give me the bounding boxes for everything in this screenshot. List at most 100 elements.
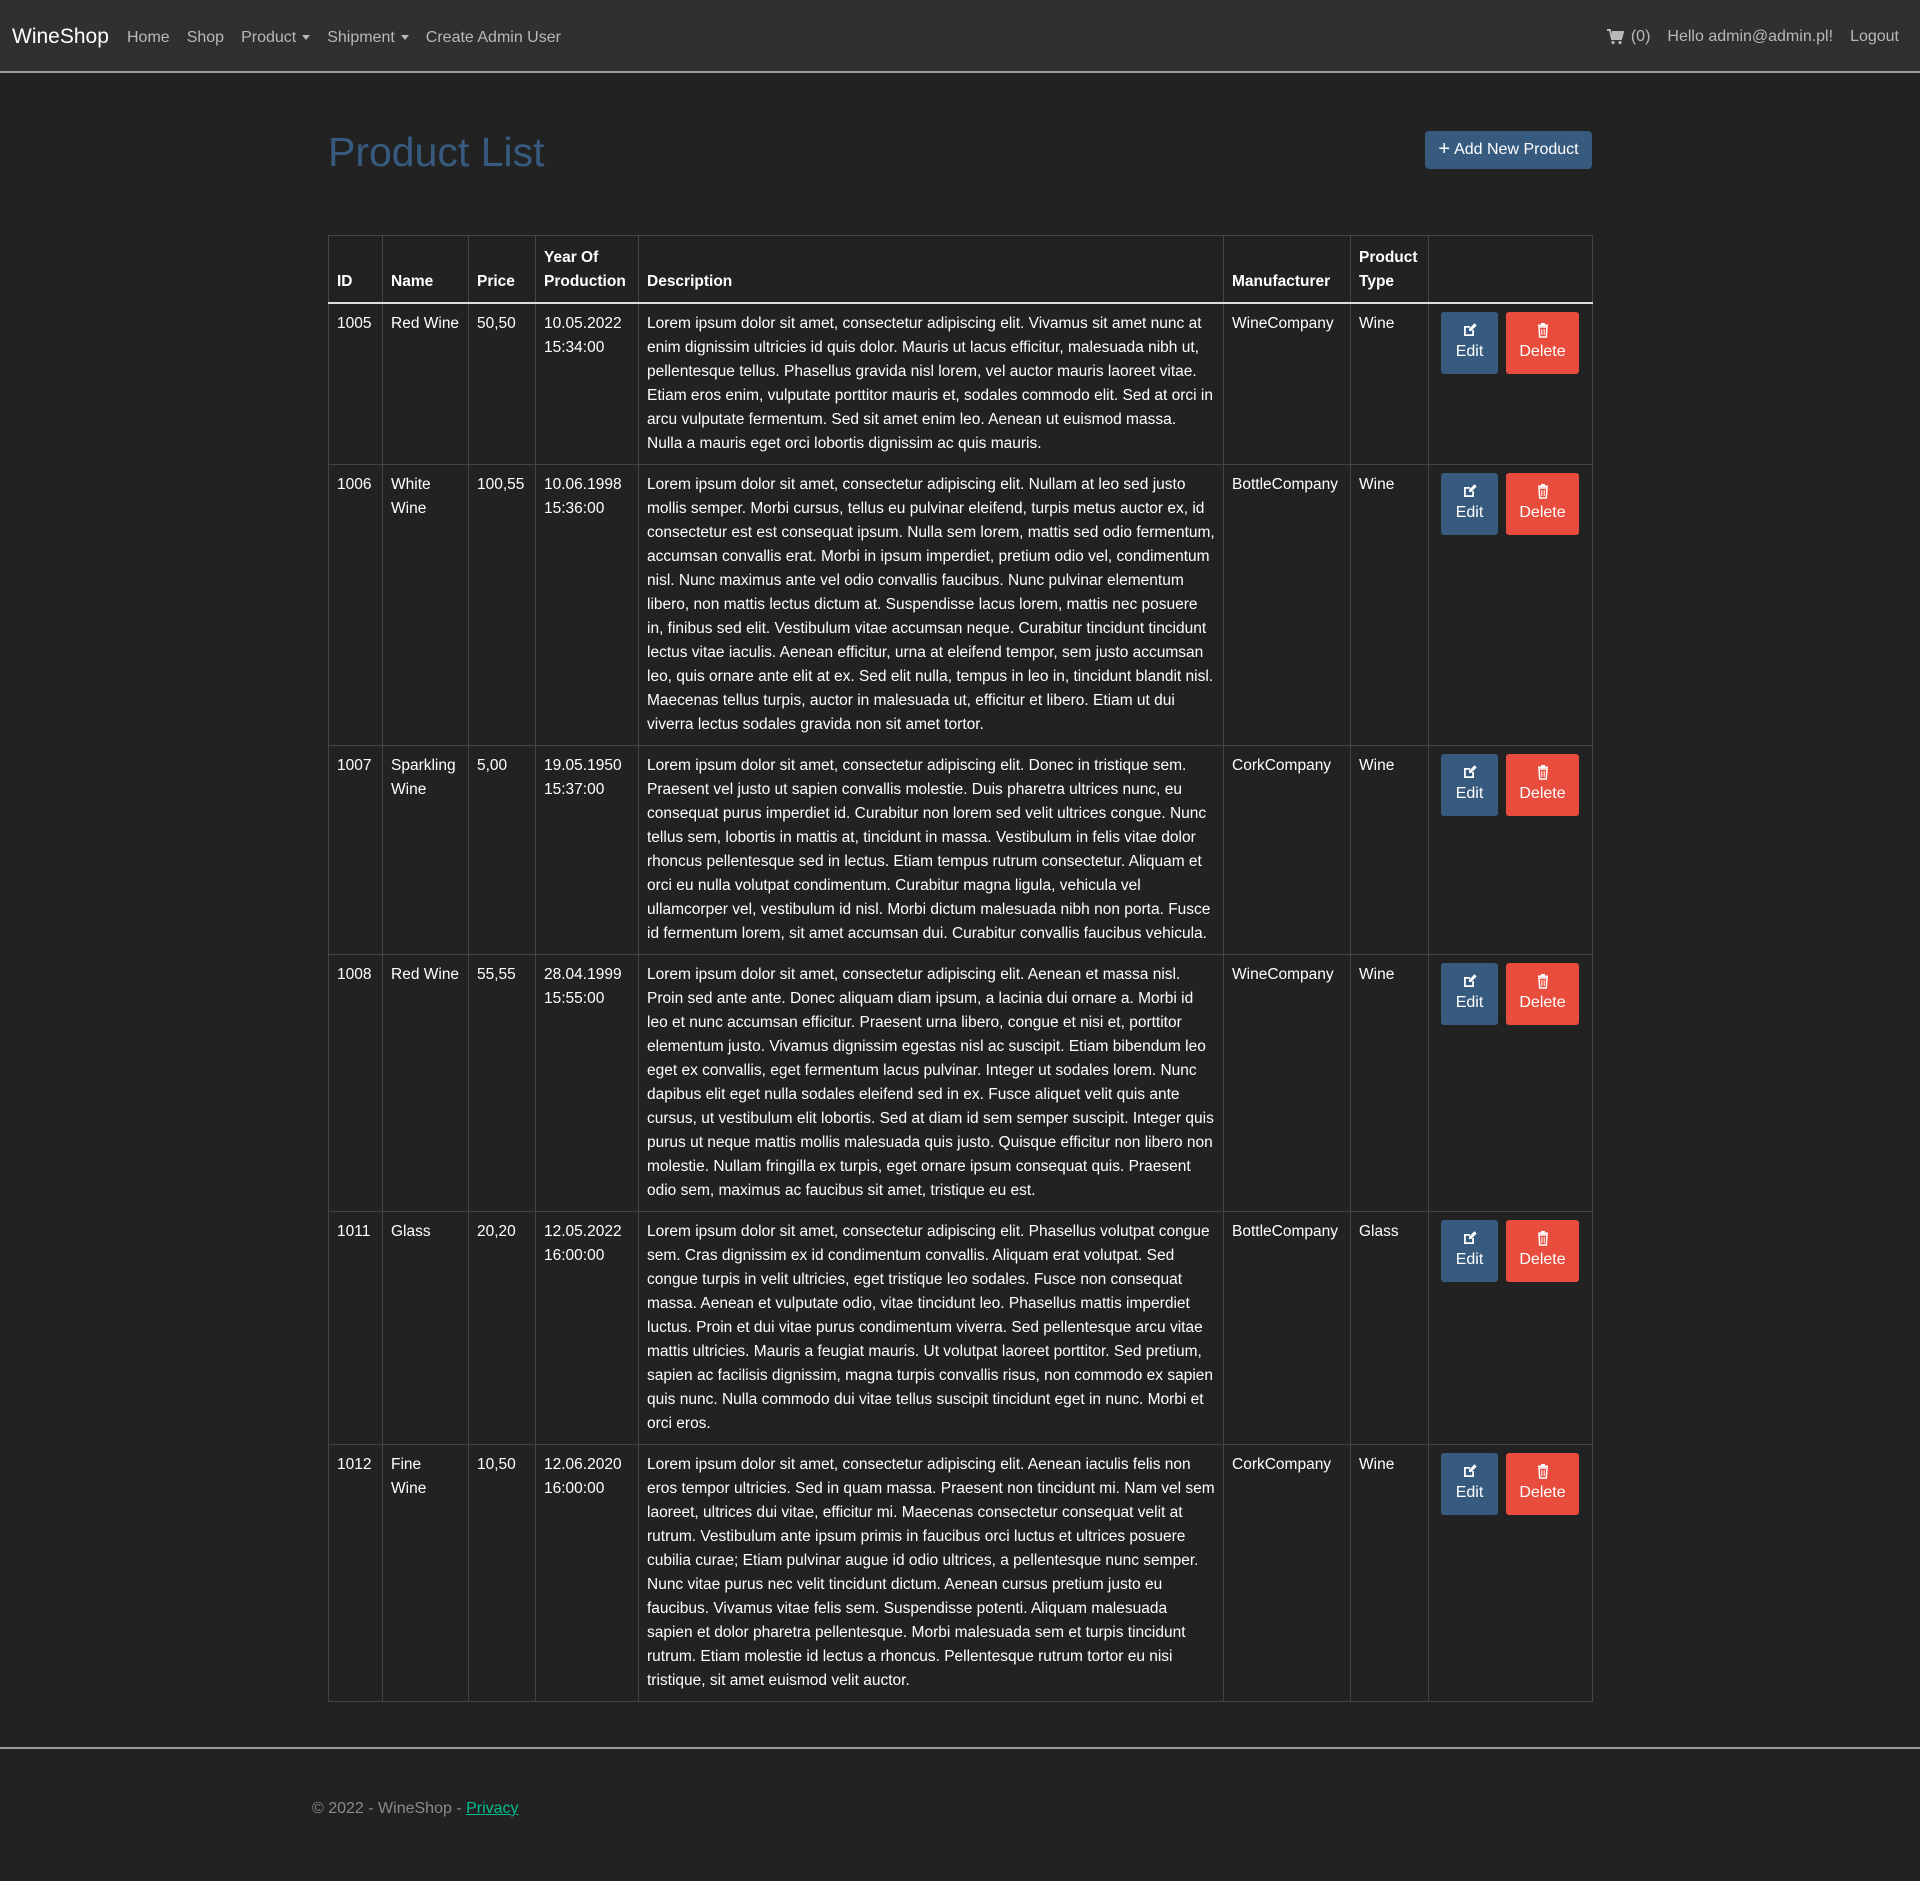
- cell-id: 1008: [328, 954, 383, 1212]
- cell-type: Wine: [1350, 303, 1429, 465]
- cell-name: Glass: [382, 1211, 469, 1445]
- delete-button[interactable]: Delete: [1506, 1220, 1579, 1282]
- row-actions: Edit Delete: [1437, 963, 1584, 1025]
- cell-year: 12.06.2020 16:00:00: [535, 1444, 639, 1702]
- add-new-product-button[interactable]: + Add New Product: [1425, 131, 1592, 169]
- cell-year: 28.04.1999 15:55:00: [535, 954, 639, 1212]
- cart-count: (0): [1630, 28, 1651, 45]
- delete-label: Delete: [1519, 1484, 1566, 1501]
- edit-button[interactable]: Edit: [1441, 1220, 1498, 1282]
- cell-actions: Edit Delete: [1428, 954, 1593, 1212]
- header-manufacturer: Manufacturer: [1223, 235, 1351, 304]
- header-actions: [1428, 235, 1593, 304]
- cell-actions: Edit Delete: [1428, 464, 1593, 746]
- delete-button[interactable]: Delete: [1506, 312, 1579, 374]
- nav-product-label: Product: [241, 29, 297, 46]
- edit-button[interactable]: Edit: [1441, 754, 1498, 816]
- table-row: 1008 Red Wine 55,55 28.04.1999 15:55:00 Lorem…: [328, 954, 1593, 1212]
- cell-type: Wine: [1350, 745, 1429, 955]
- cell-manufacturer: BottleCompany: [1223, 1211, 1351, 1445]
- trash-icon: [1537, 1464, 1548, 1479]
- nav-home[interactable]: Home: [127, 29, 170, 47]
- cell-date: 12.05.2022: [544, 1223, 622, 1240]
- cell-id: 1007: [328, 745, 383, 955]
- cart-link[interactable]: (0): [1606, 28, 1651, 46]
- delete-button[interactable]: Delete: [1506, 754, 1579, 816]
- edit-button[interactable]: Edit: [1441, 963, 1498, 1025]
- table-header-row: ID Name Price Year Of Production Descrip…: [328, 235, 1593, 304]
- trash-icon: [1537, 484, 1548, 499]
- edit-label: Edit: [1455, 1484, 1484, 1501]
- header-year: Year Of Production: [535, 235, 639, 304]
- edit-icon: [1463, 484, 1477, 497]
- caret-down-icon: [302, 35, 311, 41]
- delete-label: Delete: [1519, 994, 1566, 1011]
- row-actions: Edit Delete: [1437, 1220, 1584, 1282]
- cell-description: Lorem ipsum dolor sit amet, consectetur …: [638, 464, 1224, 746]
- cell-year: 10.05.2022 15:34:00: [535, 303, 639, 465]
- cell-manufacturer: CorkCompany: [1223, 745, 1351, 955]
- cell-actions: Edit Delete: [1428, 303, 1593, 465]
- cell-description: Lorem ipsum dolor sit amet, consectetur …: [638, 1444, 1224, 1702]
- trash-icon: [1537, 974, 1548, 989]
- cell-date: 10.05.2022: [544, 315, 622, 332]
- cell-actions: Edit Delete: [1428, 745, 1593, 955]
- cell-price: 100,55: [468, 464, 536, 746]
- user-greeting[interactable]: Hello admin@admin.pl!: [1667, 28, 1833, 46]
- edit-button[interactable]: Edit: [1441, 312, 1498, 374]
- edit-button[interactable]: Edit: [1441, 1453, 1498, 1515]
- delete-label: Delete: [1519, 504, 1566, 521]
- page-title: Product List: [328, 129, 545, 175]
- cell-year: 19.05.1950 15:37:00: [535, 745, 639, 955]
- nav-shop[interactable]: Shop: [187, 29, 224, 47]
- cell-actions: Edit Delete: [1428, 1444, 1593, 1702]
- delete-label: Delete: [1519, 343, 1566, 360]
- cell-time: 15:55:00: [544, 990, 605, 1007]
- edit-label: Edit: [1455, 504, 1484, 521]
- cell-type: Wine: [1350, 1444, 1429, 1702]
- cell-time: 15:37:00: [544, 781, 605, 798]
- nav-menu: Home Shop Product Shipment Create Admin …: [127, 29, 561, 47]
- cell-date: 19.05.1950: [544, 757, 622, 774]
- cell-price: 20,20: [468, 1211, 536, 1445]
- logout-link[interactable]: Logout: [1850, 28, 1899, 46]
- nav-user-area: (0) Hello admin@admin.pl! Logout: [1606, 28, 1899, 46]
- brand-link[interactable]: WineShop: [12, 25, 109, 49]
- edit-label: Edit: [1455, 994, 1484, 1011]
- cell-type: Wine: [1350, 464, 1429, 746]
- delete-button[interactable]: Delete: [1506, 1453, 1579, 1515]
- cell-id: 1005: [328, 303, 383, 465]
- cell-actions: Edit Delete: [1428, 1211, 1593, 1445]
- cell-price: 5,00: [468, 745, 536, 955]
- cell-description: Lorem ipsum dolor sit amet, consectetur …: [638, 303, 1224, 465]
- edit-icon: [1463, 765, 1477, 778]
- delete-button[interactable]: Delete: [1506, 473, 1579, 535]
- edit-label: Edit: [1455, 343, 1484, 360]
- header-id: ID: [328, 235, 383, 304]
- cell-price: 50,50: [468, 303, 536, 465]
- privacy-link[interactable]: Privacy: [466, 1800, 518, 1817]
- table-row: 1006 White Wine 100,55 10.06.1998 15:36:00 Lo…: [328, 464, 1593, 746]
- table-row: 1007 Sparkling Wine 5,00 19.05.1950 15:37:00…: [328, 745, 1593, 955]
- cell-description: Lorem ipsum dolor sit amet, consectetur …: [638, 954, 1224, 1212]
- delete-button[interactable]: Delete: [1506, 963, 1579, 1025]
- edit-icon: [1463, 974, 1477, 987]
- cell-description: Lorem ipsum dolor sit amet, consectetur …: [638, 1211, 1224, 1445]
- nav-product-dropdown[interactable]: Product: [241, 29, 311, 47]
- cell-manufacturer: WineCompany: [1223, 303, 1351, 465]
- row-actions: Edit Delete: [1437, 312, 1584, 374]
- cell-id: 1012: [328, 1444, 383, 1702]
- footer: © 2022 - WineShop - Privacy: [312, 1800, 519, 1818]
- add-new-product-label: Add New Product: [1454, 141, 1579, 158]
- cell-name: White Wine: [382, 464, 469, 746]
- cell-id: 1006: [328, 464, 383, 746]
- table-row: 1011 Glass 20,20 12.05.2022 16:00:00 Lorem ip…: [328, 1211, 1593, 1445]
- cell-name: Red Wine: [382, 954, 469, 1212]
- nav-shipment-dropdown[interactable]: Shipment: [327, 29, 409, 47]
- cell-description: Lorem ipsum dolor sit amet, consectetur …: [638, 745, 1224, 955]
- delete-label: Delete: [1519, 785, 1566, 802]
- edit-label: Edit: [1455, 785, 1484, 802]
- edit-button[interactable]: Edit: [1441, 473, 1498, 535]
- nav-create-admin[interactable]: Create Admin User: [426, 29, 561, 47]
- edit-label: Edit: [1455, 1251, 1484, 1268]
